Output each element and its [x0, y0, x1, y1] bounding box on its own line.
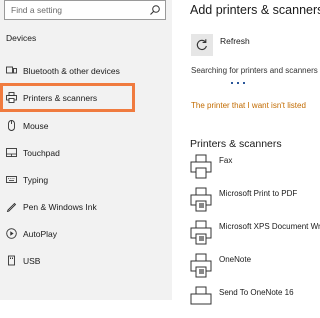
search-input[interactable]: Find a setting [11, 5, 62, 15]
printer-item-send-to-onenote[interactable]: Send To OneNote 16 [190, 286, 300, 318]
page-title: Add printers & scanners [190, 3, 320, 17]
sidebar-item-label: Bluetooth & other devices [23, 66, 120, 76]
printer-label: Microsoft XPS Document Writer [219, 222, 320, 231]
sidebar-item-autoplay[interactable]: AutoPlay [0, 223, 172, 245]
fax-icon [190, 154, 212, 179]
search-progress-dots [191, 80, 291, 86]
printer-device-icon [190, 253, 212, 278]
sidebar-item-label: Pen & Windows Ink [23, 202, 97, 212]
settings-sidebar: Find a setting Devices Bluetooth & other… [0, 0, 172, 300]
printer-item-microsoft-print-to-pdf[interactable]: Microsoft Print to PDF [190, 187, 300, 219]
refresh-button[interactable] [191, 34, 213, 56]
printer-item-onenote[interactable]: OneNote [190, 253, 300, 285]
printer-not-listed-link[interactable]: The printer that I want isn't listed [191, 101, 306, 110]
sidebar-item-label: Touchpad [23, 148, 60, 158]
sidebar-item-mouse[interactable]: Mouse [0, 115, 172, 137]
sidebar-item-label: AutoPlay [23, 229, 58, 239]
refresh-label[interactable]: Refresh [220, 36, 250, 46]
sidebar-item-label: USB [23, 256, 41, 266]
printer-device-icon [190, 286, 212, 305]
printer-device-icon [190, 220, 212, 245]
sidebar-item-touchpad[interactable]: Touchpad [0, 142, 172, 164]
search-box[interactable]: Find a setting [4, 0, 166, 20]
printer-label: Fax [219, 156, 233, 165]
usb-icon [8, 255, 15, 266]
printer-item-microsoft-xps-document-writer[interactable]: Microsoft XPS Document Writer [190, 220, 320, 252]
printer-label: Microsoft Print to PDF [219, 189, 298, 198]
main-pane: Add printers & scanners Refresh Searchin… [172, 0, 320, 305]
printer-label: OneNote [219, 255, 252, 264]
keyboard-icon [6, 176, 17, 183]
refresh-icon [196, 39, 207, 50]
sidebar-item-usb[interactable]: USB [0, 250, 172, 272]
devices-heading: Devices [6, 33, 37, 43]
bluetooth-icon [6, 66, 17, 74]
touchpad-icon [6, 148, 17, 157]
sidebar-item-label: Typing [23, 175, 49, 185]
printers-scanners-heading: Printers & scanners [190, 138, 282, 150]
printer-item-fax[interactable]: Fax [190, 154, 300, 186]
printer-device-icon [190, 187, 212, 212]
selection-highlight-box [0, 83, 135, 112]
search-status-text: Searching for printers and scanners [191, 66, 318, 75]
sidebar-item-bluetooth[interactable]: Bluetooth & other devices [0, 60, 172, 82]
printer-label: Send To OneNote 16 [219, 288, 294, 297]
sidebar-item-typing[interactable]: Typing [0, 169, 172, 191]
search-icon[interactable] [149, 4, 161, 16]
pen-icon [6, 202, 17, 212]
sidebar-item-label: Mouse [23, 121, 49, 131]
autoplay-icon [6, 228, 17, 239]
sidebar-item-pen-windows-ink[interactable]: Pen & Windows Ink [0, 196, 172, 218]
mouse-icon [8, 120, 15, 131]
